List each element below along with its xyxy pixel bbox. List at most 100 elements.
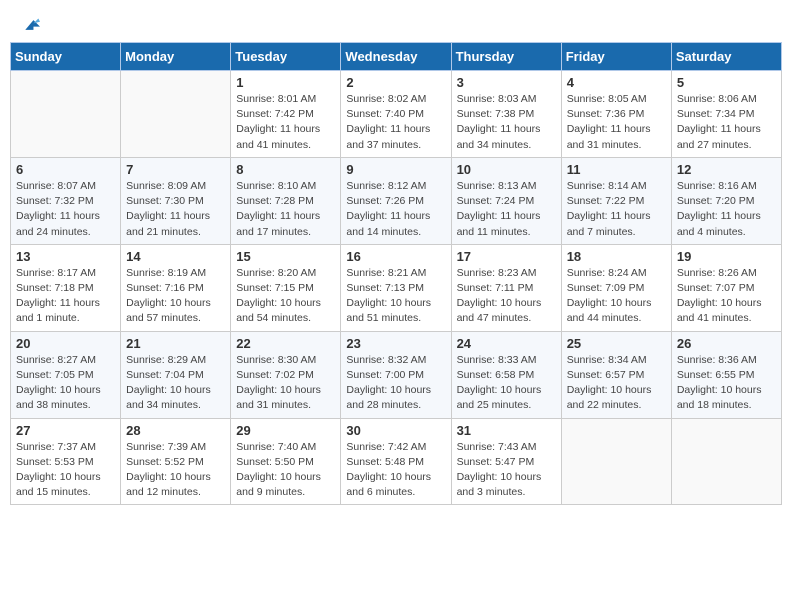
calendar-cell: 12Sunrise: 8:16 AMSunset: 7:20 PMDayligh… <box>671 157 781 244</box>
day-number: 8 <box>236 162 335 177</box>
calendar-cell: 17 Sunrise: 8:23 AMSunset: 7:11 PMDayligh… <box>451 244 561 331</box>
day-number: 15 <box>236 249 335 264</box>
day-number: 1 <box>236 75 335 90</box>
day-info: Sunrise: 7:43 AMSunset: 5:47 PMDaylight:… <box>457 440 556 501</box>
calendar-cell: 1 Sunrise: 8:01 AMSunset: 7:42 PMDaylight… <box>231 71 341 158</box>
day-info: Sunrise: 8:33 AMSunset: 6:58 PMDaylight:… <box>457 353 556 414</box>
day-number: 29 <box>236 423 335 438</box>
weekday-header: Sunday <box>11 43 121 71</box>
day-info: Sunrise: 8:13 AMSunset: 7:24 PMDaylight:… <box>457 179 556 240</box>
calendar-cell: 28 Sunrise: 7:39 AMSunset: 5:52 PMDayligh… <box>121 418 231 505</box>
day-info: Sunrise: 8:29 AMSunset: 7:04 PMDaylight:… <box>126 353 225 414</box>
day-info: Sunrise: 7:42 AMSunset: 5:48 PMDaylight:… <box>346 440 445 501</box>
weekday-header: Saturday <box>671 43 781 71</box>
calendar-cell: 4Sunrise: 8:05 AMSunset: 7:36 PMDaylight… <box>561 71 671 158</box>
calendar-cell: 14Sunrise: 8:19 AMSunset: 7:16 PMDayligh… <box>121 244 231 331</box>
calendar-cell: 5 Sunrise: 8:06 AMSunset: 7:34 PMDaylight… <box>671 71 781 158</box>
day-number: 7 <box>126 162 225 177</box>
day-info: Sunrise: 8:21 AMSunset: 7:13 PMDaylight:… <box>346 266 445 327</box>
day-info: Sunrise: 8:12 AMSunset: 7:26 PMDaylight:… <box>346 179 445 240</box>
calendar-cell: 27 Sunrise: 7:37 AMSunset: 5:53 PMDayligh… <box>11 418 121 505</box>
day-number: 30 <box>346 423 445 438</box>
day-number: 22 <box>236 336 335 351</box>
calendar-cell: 29 Sunrise: 7:40 AMSunset: 5:50 PMDayligh… <box>231 418 341 505</box>
weekday-header: Friday <box>561 43 671 71</box>
calendar-week-row: 13 Sunrise: 8:17 AMSunset: 7:18 PMDayligh… <box>11 244 782 331</box>
day-info: Sunrise: 8:34 AMSunset: 6:57 PMDaylight:… <box>567 353 666 414</box>
calendar-cell: 31 Sunrise: 7:43 AMSunset: 5:47 PMDayligh… <box>451 418 561 505</box>
weekday-header: Tuesday <box>231 43 341 71</box>
calendar-cell: 20Sunrise: 8:27 AMSunset: 7:05 PMDayligh… <box>11 331 121 418</box>
day-number: 20 <box>16 336 115 351</box>
day-number: 23 <box>346 336 445 351</box>
calendar-cell: 24Sunrise: 8:33 AMSunset: 6:58 PMDayligh… <box>451 331 561 418</box>
day-number: 9 <box>346 162 445 177</box>
day-number: 12 <box>677 162 776 177</box>
calendar-cell: 19 Sunrise: 8:26 AMSunset: 7:07 PMDayligh… <box>671 244 781 331</box>
day-info: Sunrise: 8:26 AMSunset: 7:07 PMDaylight:… <box>677 266 776 327</box>
calendar-table: SundayMondayTuesdayWednesdayThursdayFrid… <box>10 42 782 505</box>
day-number: 17 <box>457 249 556 264</box>
day-info: Sunrise: 8:07 AMSunset: 7:32 PMDaylight:… <box>16 179 115 240</box>
calendar-cell <box>561 418 671 505</box>
weekday-header: Monday <box>121 43 231 71</box>
calendar-cell: 16 Sunrise: 8:21 AMSunset: 7:13 PMDayligh… <box>341 244 451 331</box>
calendar-cell: 2 Sunrise: 8:02 AMSunset: 7:40 PMDaylight… <box>341 71 451 158</box>
logo-icon <box>22 18 40 32</box>
calendar-week-row: 27 Sunrise: 7:37 AMSunset: 5:53 PMDayligh… <box>11 418 782 505</box>
day-number: 26 <box>677 336 776 351</box>
day-info: Sunrise: 8:17 AMSunset: 7:18 PMDaylight:… <box>16 266 115 327</box>
header <box>10 10 782 38</box>
day-info: Sunrise: 8:14 AMSunset: 7:22 PMDaylight:… <box>567 179 666 240</box>
day-info: Sunrise: 8:06 AMSunset: 7:34 PMDaylight:… <box>677 92 776 153</box>
calendar-cell: 9 Sunrise: 8:12 AMSunset: 7:26 PMDaylight… <box>341 157 451 244</box>
day-info: Sunrise: 7:40 AMSunset: 5:50 PMDaylight:… <box>236 440 335 501</box>
day-info: Sunrise: 7:39 AMSunset: 5:52 PMDaylight:… <box>126 440 225 501</box>
day-number: 4 <box>567 75 666 90</box>
day-number: 5 <box>677 75 776 90</box>
calendar-cell: 7 Sunrise: 8:09 AMSunset: 7:30 PMDaylight… <box>121 157 231 244</box>
calendar-cell: 3Sunrise: 8:03 AMSunset: 7:38 PMDaylight… <box>451 71 561 158</box>
day-info: Sunrise: 8:03 AMSunset: 7:38 PMDaylight:… <box>457 92 556 153</box>
day-number: 16 <box>346 249 445 264</box>
day-number: 21 <box>126 336 225 351</box>
calendar-cell: 18Sunrise: 8:24 AMSunset: 7:09 PMDayligh… <box>561 244 671 331</box>
day-number: 28 <box>126 423 225 438</box>
day-info: Sunrise: 8:30 AMSunset: 7:02 PMDaylight:… <box>236 353 335 414</box>
calendar-cell: 26 Sunrise: 8:36 AMSunset: 6:55 PMDayligh… <box>671 331 781 418</box>
day-number: 18 <box>567 249 666 264</box>
day-number: 11 <box>567 162 666 177</box>
day-info: Sunrise: 7:37 AMSunset: 5:53 PMDaylight:… <box>16 440 115 501</box>
calendar-week-row: 20Sunrise: 8:27 AMSunset: 7:05 PMDayligh… <box>11 331 782 418</box>
calendar-cell: 13 Sunrise: 8:17 AMSunset: 7:18 PMDayligh… <box>11 244 121 331</box>
calendar-cell <box>671 418 781 505</box>
day-number: 6 <box>16 162 115 177</box>
calendar-cell: 8 Sunrise: 8:10 AMSunset: 7:28 PMDaylight… <box>231 157 341 244</box>
day-info: Sunrise: 8:09 AMSunset: 7:30 PMDaylight:… <box>126 179 225 240</box>
calendar-cell: 15Sunrise: 8:20 AMSunset: 7:15 PMDayligh… <box>231 244 341 331</box>
calendar-week-row: 6 Sunrise: 8:07 AMSunset: 7:32 PMDaylight… <box>11 157 782 244</box>
day-info: Sunrise: 8:01 AMSunset: 7:42 PMDaylight:… <box>236 92 335 153</box>
calendar-cell <box>121 71 231 158</box>
day-info: Sunrise: 8:02 AMSunset: 7:40 PMDaylight:… <box>346 92 445 153</box>
day-number: 27 <box>16 423 115 438</box>
day-number: 19 <box>677 249 776 264</box>
calendar-cell: 22 Sunrise: 8:30 AMSunset: 7:02 PMDayligh… <box>231 331 341 418</box>
day-number: 10 <box>457 162 556 177</box>
day-info: Sunrise: 8:23 AMSunset: 7:11 PMDaylight:… <box>457 266 556 327</box>
day-number: 2 <box>346 75 445 90</box>
day-info: Sunrise: 8:10 AMSunset: 7:28 PMDaylight:… <box>236 179 335 240</box>
logo <box>20 18 40 32</box>
calendar-header-row: SundayMondayTuesdayWednesdayThursdayFrid… <box>11 43 782 71</box>
day-number: 31 <box>457 423 556 438</box>
calendar-cell <box>11 71 121 158</box>
calendar-week-row: 1 Sunrise: 8:01 AMSunset: 7:42 PMDaylight… <box>11 71 782 158</box>
calendar-cell: 6 Sunrise: 8:07 AMSunset: 7:32 PMDaylight… <box>11 157 121 244</box>
day-info: Sunrise: 8:36 AMSunset: 6:55 PMDaylight:… <box>677 353 776 414</box>
weekday-header: Wednesday <box>341 43 451 71</box>
day-info: Sunrise: 8:19 AMSunset: 7:16 PMDaylight:… <box>126 266 225 327</box>
day-number: 13 <box>16 249 115 264</box>
weekday-header: Thursday <box>451 43 561 71</box>
calendar-cell: 25Sunrise: 8:34 AMSunset: 6:57 PMDayligh… <box>561 331 671 418</box>
calendar-cell: 10 Sunrise: 8:13 AMSunset: 7:24 PMDayligh… <box>451 157 561 244</box>
